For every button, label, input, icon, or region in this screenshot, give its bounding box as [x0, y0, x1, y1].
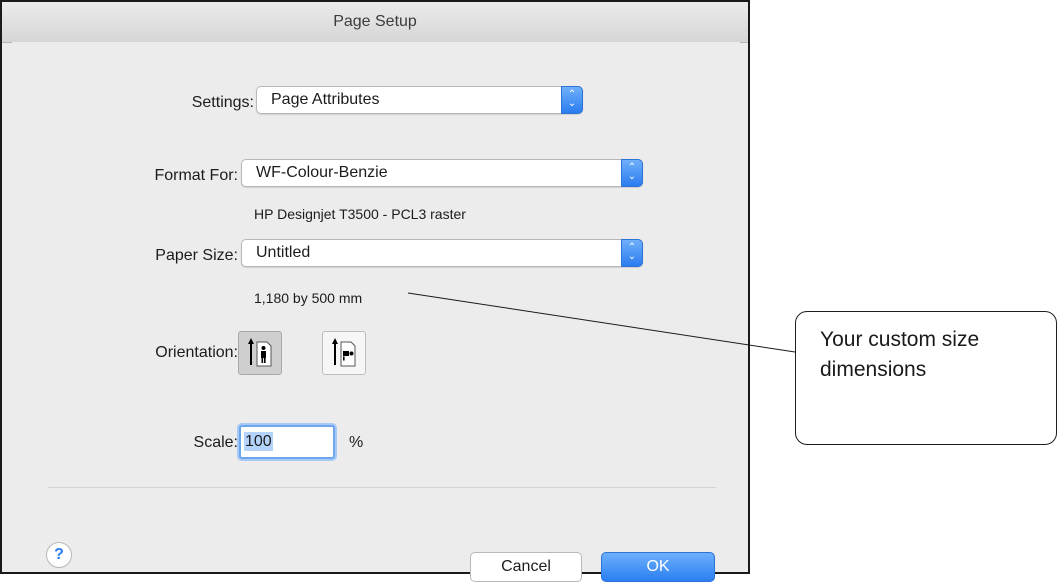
- annotation-callout: Your custom size dimensions: [795, 311, 1057, 445]
- annotation-line-2: dimensions: [820, 358, 927, 381]
- annotation-line-1: Your custom size: [820, 328, 980, 351]
- callout-leader-line: [407, 292, 796, 353]
